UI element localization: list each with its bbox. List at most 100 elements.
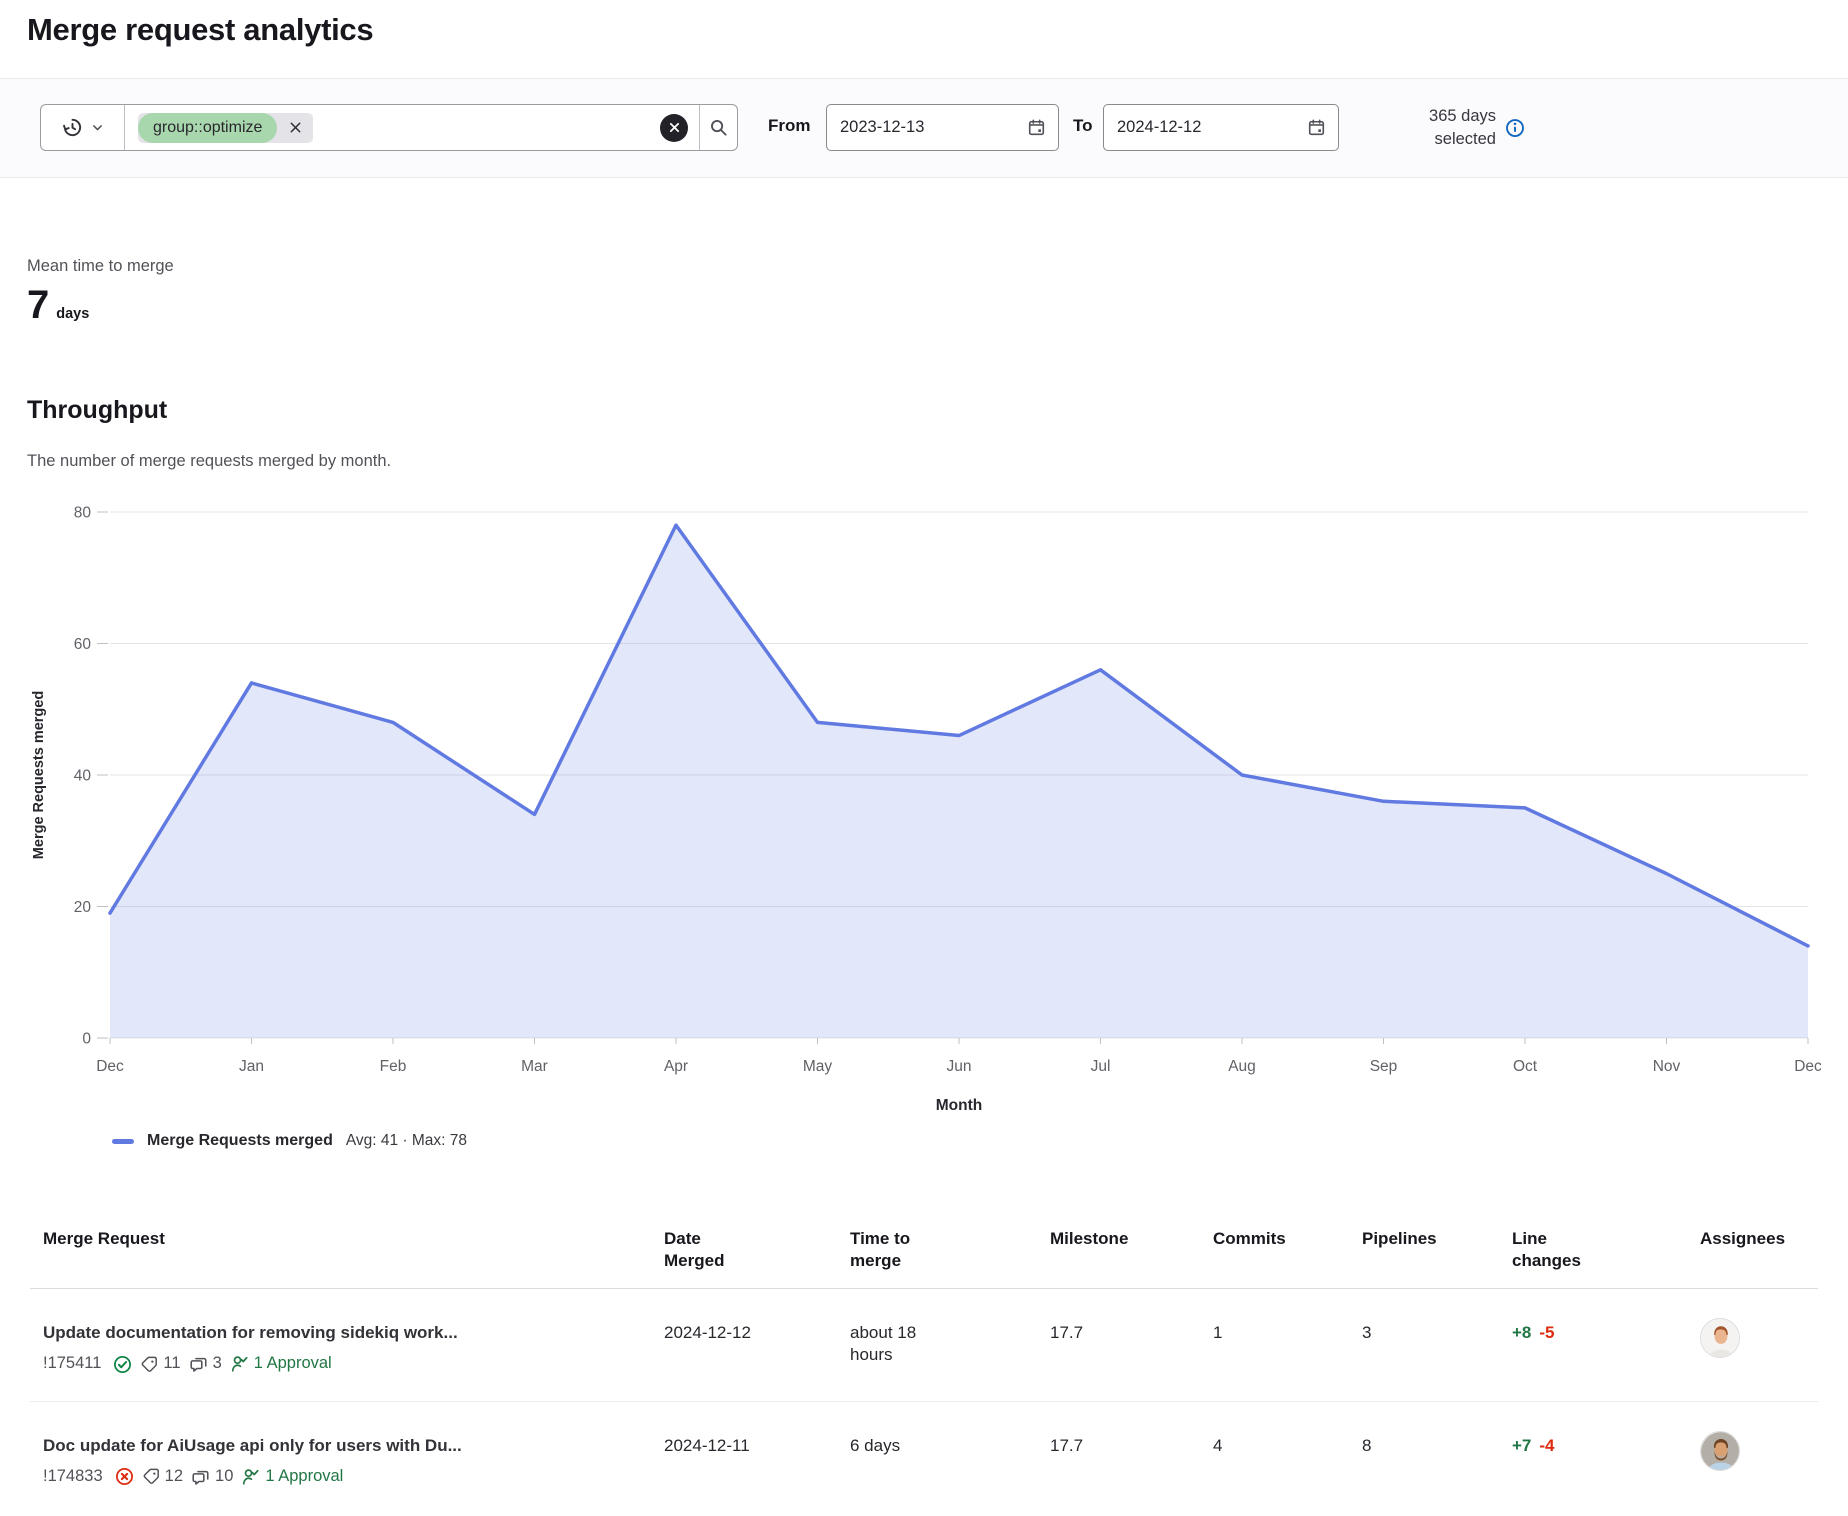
clear-search-button[interactable] (660, 114, 688, 142)
area-fill (110, 525, 1808, 1038)
y-tick-label: 80 (74, 505, 92, 522)
table-row: Doc update for AiUsage api only for user… (30, 1402, 1818, 1514)
deletions: -4 (1539, 1435, 1554, 1457)
chevron-down-icon (91, 121, 104, 134)
y-tick-label: 20 (74, 899, 92, 916)
x-tick-label: Mar (521, 1058, 548, 1075)
x-tick-label: May (803, 1058, 833, 1075)
comments-icon (190, 1355, 208, 1373)
throughput-title: Throughput (27, 396, 167, 425)
y-tick-label: 0 (82, 1031, 91, 1048)
approval-text: 1 Approval (265, 1466, 343, 1487)
merge-request-cell: Update documentation for removing sideki… (30, 1289, 664, 1401)
filter-token-label: group::optimize (138, 113, 277, 143)
x-tick-label: Sep (1370, 1058, 1398, 1075)
col-header-commits: Commits (1213, 1228, 1362, 1272)
chart-legend[interactable]: Merge Requests merged Avg: 41 · Max: 78 (112, 1132, 467, 1150)
avatar[interactable] (1700, 1431, 1740, 1471)
deletions: -5 (1539, 1322, 1554, 1344)
time-to-merge-cell: 6 days (850, 1402, 935, 1483)
token-remove-icon[interactable] (277, 113, 313, 143)
line-changes-cell: +8 -5 (1512, 1289, 1700, 1370)
col-header-pipelines: Pipelines (1362, 1228, 1512, 1272)
col-header-milestone: Milestone (1050, 1228, 1213, 1272)
comments-icon (192, 1468, 210, 1486)
legend-swatch (112, 1139, 134, 1144)
table-row: Update documentation for removing sideki… (30, 1289, 1818, 1402)
info-icon[interactable] (1505, 118, 1525, 138)
x-tick-label: Dec (1794, 1058, 1821, 1075)
merge-request-title-link[interactable]: Update documentation for removing sideki… (43, 1322, 664, 1344)
search-icon (709, 118, 728, 137)
additions: +8 (1512, 1322, 1531, 1344)
assignees-cell (1700, 1289, 1818, 1384)
filtered-search-box: group::optimize (40, 104, 738, 151)
milestone-cell: 17.7 (1050, 1289, 1213, 1370)
x-axis-title: Month (936, 1097, 982, 1114)
date-to-input[interactable] (1117, 118, 1308, 137)
from-label: From (768, 116, 811, 136)
x-tick-label: Aug (1228, 1058, 1256, 1075)
line-changes-cell: +7 -4 (1512, 1402, 1700, 1483)
commits-cell: 1 (1213, 1289, 1362, 1370)
search-history-dropdown[interactable] (41, 105, 125, 150)
commits-cell: 4 (1213, 1402, 1362, 1483)
date-from-field (826, 104, 1059, 151)
approval-badge: 1 Approval (242, 1466, 343, 1487)
x-tick-label: Feb (380, 1058, 407, 1075)
approval-icon (231, 1355, 249, 1373)
milestone-cell: 17.7 (1050, 1402, 1213, 1483)
days-selected: 365 days selected (1398, 104, 1530, 151)
history-icon (61, 116, 84, 139)
merge-request-meta: !174833 12 10 (43, 1466, 664, 1487)
search-submit-button[interactable] (699, 105, 737, 150)
x-tick-label: Jun (947, 1058, 972, 1075)
filter-token[interactable]: group::optimize (138, 113, 313, 143)
approval-text: 1 Approval (254, 1353, 332, 1374)
approval-badge: 1 Approval (231, 1353, 332, 1374)
days-selected-text: 365 days selected (1398, 105, 1496, 150)
labels-count: 11 (163, 1353, 180, 1374)
comments-count: 3 (213, 1353, 222, 1374)
date-from-input[interactable] (840, 118, 1028, 137)
y-tick-label: 40 (74, 768, 92, 785)
date-merged-cell: 2024-12-12 (664, 1289, 850, 1370)
merge-request-meta: !175411 11 3 (43, 1353, 664, 1374)
pipelines-cell: 8 (1362, 1402, 1512, 1483)
calendar-icon[interactable] (1308, 119, 1325, 136)
table-header-row: Merge Request Date Merged Time to merge … (30, 1228, 1818, 1289)
merge-request-table: Merge Request Date Merged Time to merge … (30, 1228, 1818, 1513)
y-tick-label: 60 (74, 636, 92, 653)
metric-value-row: 7 days (27, 283, 89, 327)
col-header-date-merged: Date Merged (664, 1228, 754, 1272)
throughput-chart: 020406080DecJanFebMarAprMayJunJulAugSepO… (27, 425, 1821, 1125)
comments-count: 10 (215, 1466, 233, 1487)
approval-icon (242, 1468, 260, 1486)
merge-request-title-link[interactable]: Doc update for AiUsage api only for user… (43, 1435, 664, 1457)
y-axis-title: Merge Requests merged (31, 691, 47, 859)
x-tick-label: Jul (1091, 1058, 1111, 1075)
merge-request-cell: Doc update for AiUsage api only for user… (30, 1402, 664, 1514)
assignees-cell (1700, 1402, 1818, 1497)
date-to-field (1103, 104, 1339, 151)
merge-request-id[interactable]: !175411 (43, 1353, 101, 1374)
additions: +7 (1512, 1435, 1531, 1457)
merge-request-id[interactable]: !174833 (43, 1466, 103, 1487)
x-tick-label: Apr (664, 1058, 688, 1075)
metric-unit: days (56, 306, 89, 322)
col-header-merge-request: Merge Request (30, 1228, 664, 1272)
check-circle-icon (113, 1355, 132, 1374)
legend-label: Merge Requests merged (147, 1132, 333, 1150)
labels-count: 12 (165, 1466, 183, 1487)
throughput-chart-svg: 020406080DecJanFebMarAprMayJunJulAugSepO… (27, 425, 1821, 1125)
time-to-merge-cell: about 18 hours (850, 1289, 935, 1392)
label-tag-icon (141, 1356, 158, 1373)
col-header-assignees: Assignees (1700, 1228, 1818, 1272)
col-header-time-to-merge: Time to merge (850, 1228, 932, 1272)
avatar[interactable] (1700, 1318, 1740, 1358)
date-merged-cell: 2024-12-11 (664, 1402, 850, 1483)
col-header-line-changes: Line changes (1512, 1228, 1602, 1272)
search-input[interactable] (317, 105, 656, 150)
pipelines-cell: 3 (1362, 1289, 1512, 1370)
calendar-icon[interactable] (1028, 119, 1045, 136)
